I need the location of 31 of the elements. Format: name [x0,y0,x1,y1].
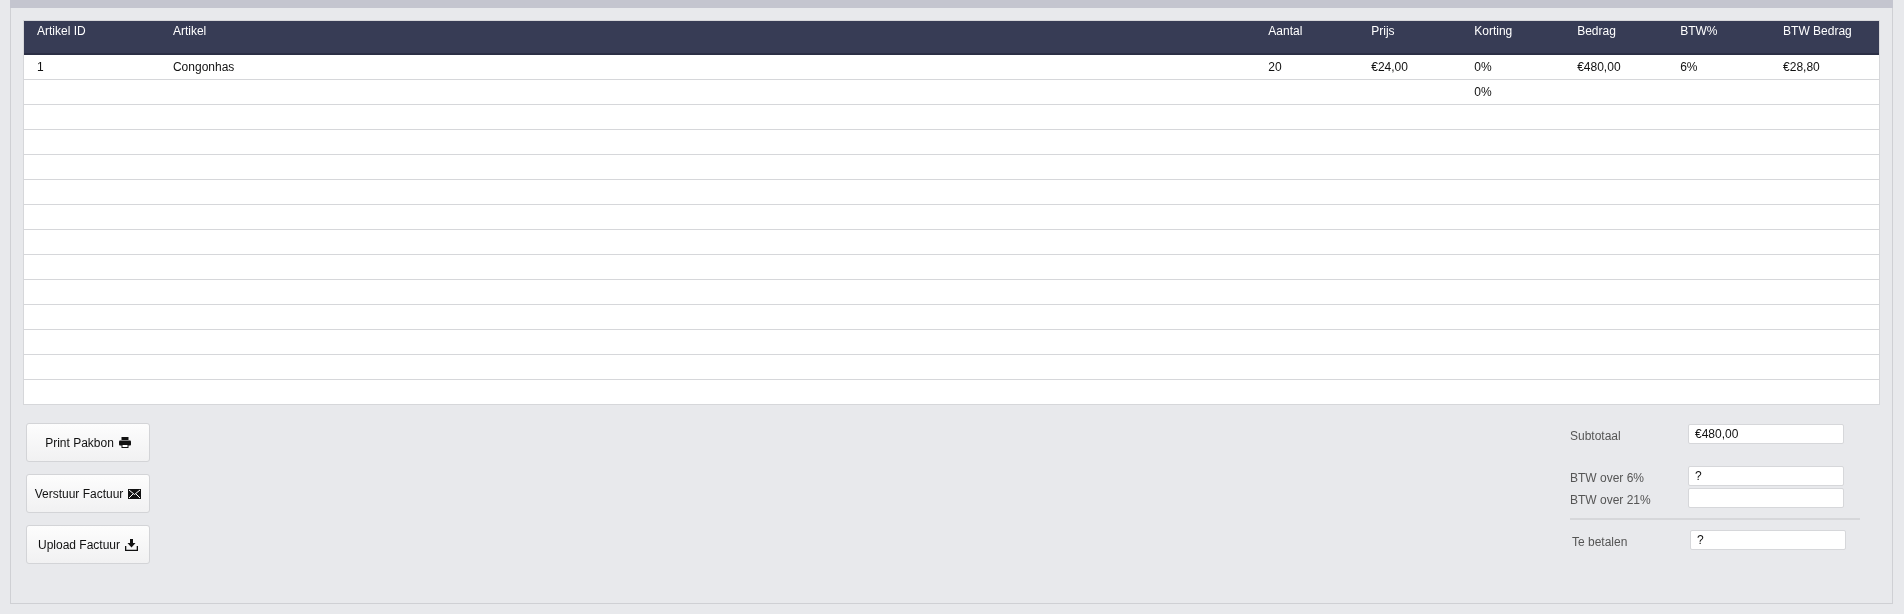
total-field[interactable] [1688,488,1844,508]
table-cell-text: 0% [1473,85,1493,99]
total-label: Subtotaal [1570,428,1622,443]
column-header: Korting [1473,23,1514,40]
column-header: BTW% [1679,23,1719,40]
total-field[interactable]: ? [1690,530,1846,550]
action-button[interactable]: Upload Factuur [26,525,150,564]
table-cell-text: €24,00 [1370,60,1409,74]
envelope-icon [128,488,142,499]
column-header: Bedrag [1576,23,1617,40]
total-field[interactable]: ? [1688,466,1844,486]
total-label: BTW over 21% [1570,492,1652,507]
action-button[interactable]: Print Pakbon [26,423,150,462]
column-header: Artikel ID [36,23,87,40]
table-cell-text: 1 [36,60,45,74]
table-cell-text: €480,00 [1576,60,1622,74]
table-cell-text: 20 [1267,60,1283,74]
table-cell-text: 6% [1679,60,1699,74]
printer-icon [118,437,131,448]
action-button[interactable]: Verstuur Factuur [26,474,150,513]
download-icon [125,538,138,551]
column-header: Aantal [1267,23,1304,40]
total-field[interactable]: €480,00 [1688,424,1844,444]
column-header: Artikel [171,23,208,40]
column-header: BTW Bedrag [1782,23,1853,40]
table-cell-text: €28,80 [1782,60,1821,74]
table-cell-text: Congonhas [171,60,236,74]
column-header: Prijs [1370,23,1396,40]
table-cell-text: 0% [1473,60,1493,74]
total-label: Te betalen [1571,534,1629,549]
total-label: BTW over 6% [1570,470,1645,485]
